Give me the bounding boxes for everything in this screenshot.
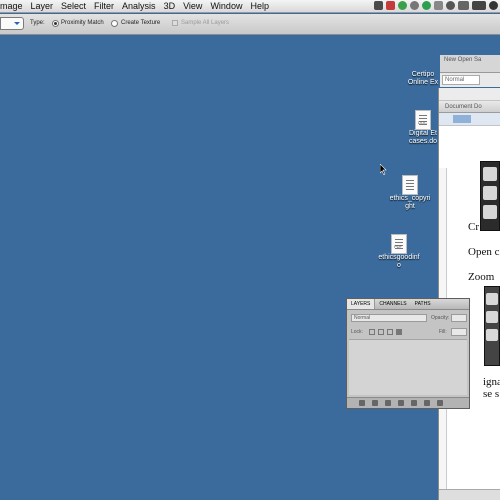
status-icons [374, 1, 498, 10]
doc-text-line: se s [483, 388, 500, 400]
desktop-icon-ethicsgoodinfo[interactable]: PDF ethicsgoodinf o [370, 234, 428, 270]
menu-analysis[interactable]: Analysis [122, 1, 164, 11]
right-panel-header: New Open Sa [440, 55, 500, 73]
menu-view[interactable]: View [183, 1, 210, 11]
lock-label: Lock: [351, 329, 363, 335]
app-mini-icons [0, 1, 110, 13]
new-layer-icon[interactable] [424, 400, 430, 406]
desktop-icon-label: ethics_copyri [389, 195, 431, 202]
opacity-field[interactable] [451, 314, 467, 322]
create-texture-radio[interactable] [111, 20, 118, 27]
layer-style-icon[interactable] [372, 400, 378, 406]
blend-mode-field[interactable]: Normal [442, 75, 480, 85]
mouse-cursor-icon [379, 162, 388, 180]
document-icon: DOC [415, 110, 431, 130]
time-machine-icon[interactable] [422, 1, 431, 10]
pdf-document-icon: PDF [391, 234, 407, 254]
sample-all-layers-checkbox[interactable] [172, 20, 178, 26]
layers-dock-icon[interactable] [486, 293, 498, 305]
new-group-icon[interactable] [411, 400, 417, 406]
tab-selection[interactable] [453, 115, 471, 123]
desktop-icon-ethics-copyright[interactable]: ethics_copyri ght [382, 175, 438, 211]
desktop-icon-label: ethicsgoodinf [378, 254, 420, 261]
trash-icon[interactable] [437, 400, 443, 406]
clock-icon[interactable] [446, 1, 455, 10]
ps-status-icon[interactable] [386, 1, 395, 10]
fill-field[interactable] [451, 328, 467, 336]
layers-panel: LAYERS CHANNELS PATHS Normal Opacity: Lo… [346, 298, 470, 409]
sample-all-layers-label[interactable]: Sample All Layers [181, 20, 229, 26]
info-icon[interactable] [483, 205, 497, 219]
bluetooth-icon[interactable] [458, 1, 469, 10]
tab-paths[interactable]: PATHS [411, 299, 435, 309]
spotlight-icon[interactable] [489, 1, 498, 10]
layers-panel-tabs: LAYERS CHANNELS PATHS [347, 299, 469, 310]
options-bar: Type: Proximity Match Create Texture Sam… [0, 14, 500, 35]
wifi-icon[interactable] [472, 1, 486, 10]
menu-help[interactable]: Help [250, 1, 277, 11]
image-icon[interactable] [483, 186, 497, 200]
desktop-icon-label: o [397, 262, 401, 269]
tab-layers[interactable]: LAYERS [347, 299, 376, 309]
document-header: Document Do [439, 101, 500, 113]
lock-all-icon[interactable] [396, 329, 402, 335]
sync-icon[interactable] [410, 1, 419, 10]
doc-text-line: Open c [468, 246, 500, 258]
doc-type-label: PDF [394, 244, 402, 249]
doc-text-line: Cr [468, 221, 479, 233]
menu-3d[interactable]: 3D [164, 1, 184, 11]
volume-icon[interactable] [434, 1, 443, 10]
brush-settings-icon[interactable] [483, 167, 497, 181]
paths-dock-icon[interactable] [486, 329, 498, 341]
proximity-match-radio[interactable] [52, 20, 59, 27]
layers-list [349, 339, 467, 395]
link-layers-icon[interactable] [359, 400, 365, 406]
lock-position-icon[interactable] [387, 329, 393, 335]
opacity-label: Opacity: [431, 315, 450, 321]
desktop-icon-label: ght [405, 203, 415, 210]
doc-text-line: Zoom [468, 271, 495, 283]
layer-mask-icon[interactable] [385, 400, 391, 406]
app-status-icon[interactable] [374, 1, 383, 10]
layers-panel-footer [347, 397, 469, 408]
create-texture-label[interactable]: Create Texture [121, 20, 160, 26]
doc-text-line: igna [483, 376, 500, 388]
panel-tabs[interactable]: New Open Sa [440, 55, 500, 65]
layer-blend-mode-select[interactable]: Normal [351, 314, 427, 322]
menu-window[interactable]: Window [210, 1, 250, 11]
document-status-bar [439, 489, 500, 500]
type-label: Type: [30, 20, 45, 26]
doc-type-label: DOC [418, 120, 427, 125]
adjustment-layer-icon[interactable] [398, 400, 404, 406]
side-dock-panel [484, 286, 500, 366]
lock-transparency-icon[interactable] [369, 329, 375, 335]
panel-row [439, 88, 500, 101]
lock-pixels-icon[interactable] [378, 329, 384, 335]
tool-preset-picker[interactable] [0, 17, 24, 30]
proximity-match-label[interactable]: Proximity Match [61, 20, 104, 26]
tab-channels[interactable]: CHANNELS [375, 299, 410, 309]
ruler-row [439, 113, 500, 126]
floating-tools-panel [480, 161, 500, 231]
fill-label: Fill: [439, 329, 447, 335]
document-icon [402, 175, 418, 195]
green-status-icon[interactable] [398, 1, 407, 10]
channels-dock-icon[interactable] [486, 311, 498, 323]
